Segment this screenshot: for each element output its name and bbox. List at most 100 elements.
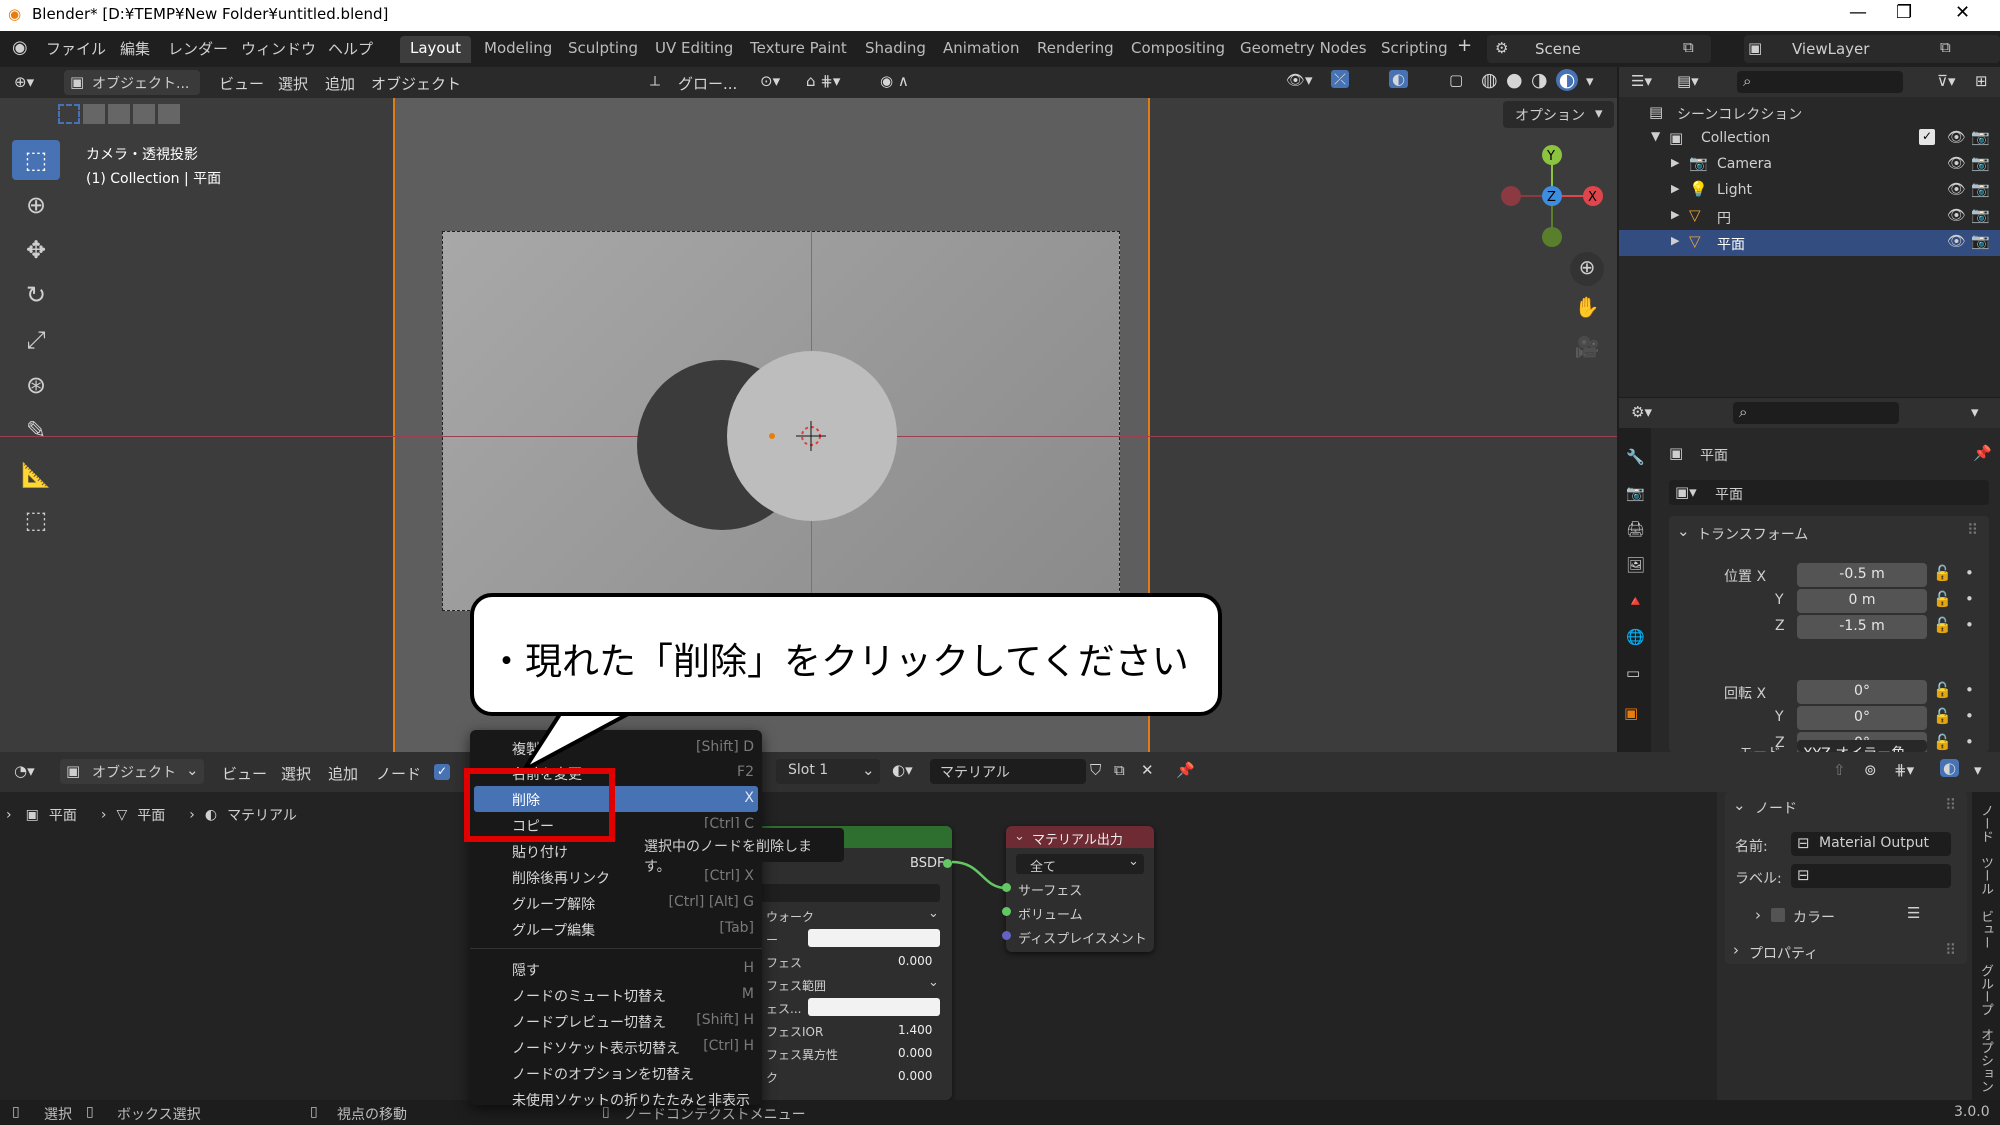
tab-uv-editing[interactable]: UV Editing xyxy=(645,36,743,63)
collection-checkbox[interactable]: ✓ xyxy=(1919,129,1935,145)
eye-icon[interactable]: 👁 xyxy=(1947,180,1966,198)
chevron-down-icon[interactable]: ⌄ xyxy=(1677,522,1690,540)
lock-icon[interactable]: 🔓 xyxy=(1933,590,1952,608)
tab-animation[interactable]: Animation xyxy=(933,36,1029,63)
chevron-down-icon[interactable]: ▾ xyxy=(1974,761,1982,779)
render-camera-icon[interactable]: 📷 xyxy=(1971,232,1990,250)
bsdf-color-swatch[interactable] xyxy=(808,998,940,1016)
display-mode-icon[interactable]: ▤▾ xyxy=(1677,72,1699,90)
node-editor-type-icon[interactable]: ◔▾ xyxy=(14,762,35,780)
close-icon[interactable]: ✕ xyxy=(1955,2,1970,23)
list-icon[interactable]: ☰ xyxy=(1907,904,1920,922)
lock-icon[interactable]: 🔓 xyxy=(1933,733,1952,751)
tab-layout[interactable]: Layout xyxy=(400,36,471,63)
sidebar-tab[interactable]: グループ xyxy=(1976,964,1995,1016)
rendered-shading-icon[interactable]: ◐ xyxy=(1556,69,1578,91)
menu-render[interactable]: レンダー xyxy=(168,38,228,59)
material-shading-icon[interactable]: ◑ xyxy=(1531,69,1548,91)
principled-bsdf-node[interactable]: BSDF ウォーク ⌄ ーフェス 0.000 フェス範囲 ⌄ ェス... フェスIOR 1.40… xyxy=(740,826,952,1100)
outliner-item[interactable]: ▶ ▽ 平面 👁 📷 xyxy=(1619,230,2000,256)
object-name-field[interactable]: ▣▾ 平面 xyxy=(1669,480,1989,505)
rotate-tool-icon[interactable]: ↻ xyxy=(12,275,60,315)
context-menu-item[interactable]: グループ編集 [Tab] xyxy=(470,916,762,942)
viewport-options-button[interactable]: オプション ▾ xyxy=(1503,101,1614,128)
overlay-toggle-icon[interactable]: ◐ xyxy=(1389,70,1409,88)
outliner-search-input[interactable]: ⌕ xyxy=(1737,71,1903,93)
slot-dropdown[interactable]: Slot 1 ⌄ xyxy=(776,759,880,784)
render-tab-icon[interactable]: 📷 xyxy=(1626,484,1645,502)
properties-panel[interactable]: › プロパティ ⠿ xyxy=(1725,938,1967,964)
copy-view-layer-icon[interactable]: ⧉ xyxy=(1940,38,1951,56)
outliner-item[interactable]: ▶ ▽ 円 👁 📷 xyxy=(1619,204,2000,230)
color-checkbox[interactable] xyxy=(1771,908,1785,922)
node-menu-add[interactable]: 追加 xyxy=(328,763,358,784)
expand-right-icon[interactable]: ▶ xyxy=(1671,234,1679,247)
drag-handle-icon[interactable]: ⠿ xyxy=(1967,521,1978,539)
location-y-field[interactable]: 0 m xyxy=(1797,589,1927,613)
pin-icon[interactable]: 📌 xyxy=(1973,444,1992,462)
keyframe-dot-icon[interactable]: • xyxy=(1965,707,1974,725)
chevron-down-icon[interactable]: ⌄ xyxy=(928,975,939,990)
measure-tool-icon[interactable]: 📐 xyxy=(12,455,60,495)
location-x-field[interactable]: -0.5 m xyxy=(1797,563,1927,587)
scene-selector[interactable]: ⚙ Scene ⧉ xyxy=(1487,35,1711,63)
node-mode-dropdown[interactable]: ▣ オブジェクト ⌄ xyxy=(60,759,204,784)
view-layer-tab-icon[interactable]: 🖼 xyxy=(1626,556,1645,574)
node-menu-node[interactable]: ノード xyxy=(376,763,421,784)
transform-orientation-icon[interactable]: ⟂ xyxy=(650,72,660,90)
material-output-node[interactable]: ⌄ マテリアル出力 全て ⌄ サーフェス ボリューム ディスプレイスメント xyxy=(1002,826,1154,952)
rotation-mode-dropdown[interactable]: XYZ オイラー角 xyxy=(1797,740,1927,752)
proportional-edit-icon[interactable]: ◉ ∧ xyxy=(880,72,909,90)
menu-help[interactable]: ヘルプ xyxy=(328,38,373,59)
rotation-x-field[interactable]: 0° xyxy=(1797,680,1927,704)
render-camera-icon[interactable]: 📷 xyxy=(1971,206,1990,224)
sidebar-tab[interactable]: ツール xyxy=(1976,856,1995,895)
lock-icon[interactable]: 🔓 xyxy=(1933,616,1952,634)
eye-icon[interactable]: 👁 xyxy=(1947,128,1966,146)
location-z-field[interactable]: -1.5 m xyxy=(1797,615,1927,639)
scene-tab-icon[interactable]: 🔺 xyxy=(1626,592,1645,610)
menu-add[interactable]: 追加 xyxy=(325,73,355,94)
context-menu-item[interactable]: 削除後再リンク [Ctrl] X xyxy=(470,864,762,890)
outliner-editor-icon[interactable]: ☰▾ xyxy=(1631,72,1652,90)
outliner-scene-collection[interactable]: ▤ シーンコレクション xyxy=(1619,100,2000,126)
zoom-icon[interactable]: ⊕ xyxy=(1570,252,1604,286)
tab-shading[interactable]: Shading xyxy=(855,36,936,63)
cursor-tool-icon[interactable]: ⊕ xyxy=(12,185,60,225)
eye-icon[interactable]: 👁 xyxy=(1947,206,1966,224)
camera-view-icon[interactable]: 🎥 xyxy=(1570,332,1604,366)
output-tab-icon[interactable]: 🖨 xyxy=(1626,520,1645,538)
copy-scene-icon[interactable]: ⧉ xyxy=(1683,38,1694,56)
menu-window[interactable]: ウィンドウ xyxy=(241,38,316,59)
use-nodes-checkbox[interactable]: ✓ xyxy=(434,764,450,780)
chevron-down-icon[interactable]: ▾ xyxy=(1971,403,1979,421)
chevron-down-icon[interactable]: ⌄ xyxy=(928,906,939,921)
tab-modeling[interactable]: Modeling xyxy=(474,36,562,63)
menu-view[interactable]: ビュー xyxy=(219,73,264,94)
bsdf-color-swatch[interactable] xyxy=(808,929,940,947)
material-name-field[interactable]: マテリアル xyxy=(930,759,1086,784)
context-menu-item[interactable]: ノードのオプションを切替え xyxy=(470,1060,762,1086)
tab-geometry-nodes[interactable]: Geometry Nodes xyxy=(1230,36,1377,63)
tab-compositing[interactable]: Compositing xyxy=(1121,36,1235,63)
collection-tab-icon[interactable]: ▭ xyxy=(1626,664,1640,682)
target-dropdown[interactable]: 全て ⌄ xyxy=(1016,854,1144,875)
visibility-icon[interactable]: 👁▾ xyxy=(1286,71,1313,89)
mode-dropdown[interactable]: ▣ オブジェクト... xyxy=(64,70,200,95)
blender-menu-icon[interactable]: ◉ xyxy=(12,37,28,58)
keyframe-dot-icon[interactable]: • xyxy=(1965,681,1974,699)
view-layer-selector[interactable]: ▣ ViewLayer ⧉ xyxy=(1744,35,2000,63)
tab-scripting[interactable]: Scripting xyxy=(1371,36,1458,63)
context-menu-item[interactable]: グループ解除 [Ctrl] [Alt] G xyxy=(470,890,762,916)
node-menu-view[interactable]: ビュー xyxy=(222,763,267,784)
pivot-icon[interactable]: ⊙▾ xyxy=(760,72,780,90)
outliner-collection[interactable]: ▼ ▣ Collection ✓ 👁 📷 xyxy=(1619,126,2000,152)
gizmo-toggle-icon[interactable]: ⤫ xyxy=(1331,70,1350,88)
parent-node-tree-icon[interactable]: ⇧ xyxy=(1833,761,1846,779)
editor-type-icon[interactable]: ⊕▾ xyxy=(14,73,34,91)
expand-right-icon[interactable]: ▶ xyxy=(1671,156,1679,169)
chevron-down-icon[interactable]: ⌄ xyxy=(1733,796,1746,814)
tool-tab-icon[interactable]: 🔧 xyxy=(1626,448,1645,466)
render-camera-icon[interactable]: 📷 xyxy=(1971,154,1990,172)
snap-icon[interactable]: ⊚ xyxy=(1864,761,1877,779)
